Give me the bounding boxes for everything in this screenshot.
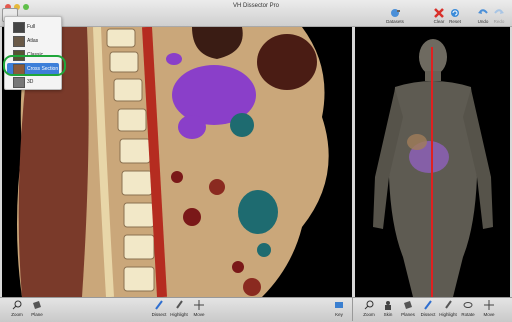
view-menu: Full Atlas Classic Cross Section 3D	[4, 16, 62, 90]
rotate-button[interactable]: Rotate	[457, 300, 479, 317]
reset-icon	[451, 9, 459, 17]
reset-button[interactable]: Reset	[448, 8, 462, 24]
toolbar-divider	[352, 297, 353, 321]
clear-icon	[434, 8, 444, 18]
plane-icon	[33, 301, 41, 309]
title-bar: VH Dissector Pro Datasets Clear Reset Un…	[0, 0, 512, 27]
highlight-button[interactable]: Highlight	[168, 300, 190, 317]
reset-label: Reset	[449, 19, 461, 24]
clear-label: Clear	[433, 19, 445, 24]
clear-button[interactable]: Clear	[432, 8, 446, 24]
skin-button[interactable]: Skin	[377, 300, 399, 317]
zoom-icon	[364, 300, 374, 310]
undo-button[interactable]: Undo	[476, 8, 490, 24]
selection-highlight-ring	[3, 55, 66, 76]
scalpel-icon	[155, 300, 163, 310]
move-arrows-icon	[484, 300, 494, 310]
redo-button[interactable]: Redo	[492, 8, 506, 24]
redo-label: Redo	[493, 19, 505, 24]
move-button[interactable]: Move	[188, 300, 210, 317]
plane-button[interactable]: Plane	[26, 300, 48, 317]
highlighter-icon	[176, 300, 183, 309]
redo-icon	[494, 9, 504, 14]
scalpel-icon	[424, 300, 432, 310]
planes-button[interactable]: Planes	[397, 300, 419, 317]
full-view-thumbnail	[13, 22, 25, 33]
highlighter-icon	[445, 300, 452, 309]
rotate-icon	[463, 302, 473, 308]
3d-body-model	[373, 39, 493, 297]
key-icon	[335, 302, 343, 308]
zoom-icon	[12, 300, 22, 310]
key-button[interactable]: Key	[328, 300, 350, 317]
dissect-button[interactable]: Dissect	[148, 300, 170, 317]
menu-item-atlas[interactable]: Atlas	[7, 35, 59, 47]
menu-item-full[interactable]: Full	[7, 21, 59, 33]
3d-body-viewport[interactable]	[355, 27, 510, 297]
datasets-icon	[391, 9, 400, 17]
planes-icon	[404, 301, 412, 309]
datasets-label: Datasets	[386, 19, 404, 24]
dissect-3d-button[interactable]: Dissect	[417, 300, 439, 317]
move-arrows-icon	[194, 300, 204, 310]
zoom-button[interactable]: Zoom	[6, 300, 28, 317]
move-3d-button[interactable]: Move	[478, 300, 500, 317]
bottom-toolbar: Zoom Plane Dissect Highlight Move Key Zo…	[0, 297, 512, 322]
highlight-3d-button[interactable]: Highlight	[437, 300, 459, 317]
atlas-view-thumbnail	[13, 36, 25, 47]
3d-view-thumbnail	[13, 77, 25, 88]
person-icon	[385, 301, 391, 310]
undo-icon	[478, 9, 488, 14]
menu-item-3d[interactable]: 3D	[7, 76, 59, 88]
undo-label: Undo	[477, 19, 489, 24]
datasets-button[interactable]: Datasets	[384, 8, 406, 24]
